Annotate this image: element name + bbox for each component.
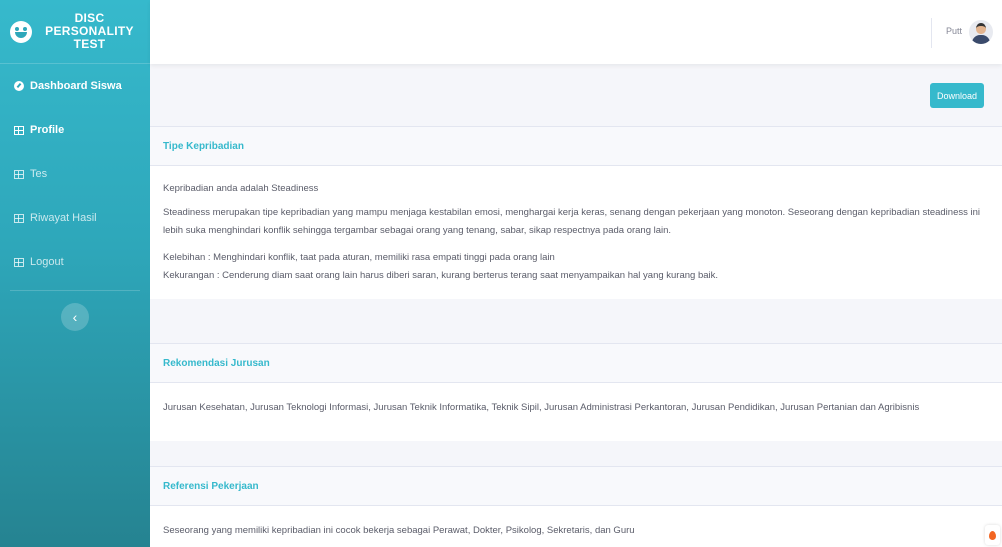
- flame-shape: [989, 530, 996, 540]
- personality-weaknesses: Kekurangan : Cenderung diam saat orang l…: [163, 270, 719, 282]
- download-button[interactable]: Download: [930, 83, 984, 108]
- sidebar-item-label: Tes: [30, 168, 48, 180]
- card-title: Referensi Pekerjaan: [150, 466, 1002, 506]
- table-icon: [14, 213, 24, 223]
- card-referensi-pekerjaan: Referensi Pekerjaan Seseorang yang memil…: [150, 466, 1002, 547]
- tachometer-icon: [14, 81, 24, 91]
- sidebar-item-label: Logout: [30, 256, 64, 268]
- personality-result: Kepribadian anda adalah Steadiness: [163, 183, 319, 194]
- table-icon: [14, 169, 24, 179]
- sidebar-item-label: Riwayat Hasil: [30, 212, 97, 224]
- job-references: Seseorang yang memiliki kepribadian ini …: [163, 525, 635, 536]
- sidebar-item-dashboard[interactable]: Dashboard Siswa: [0, 64, 150, 108]
- sidebar-item-riwayat-hasil[interactable]: Riwayat Hasil: [0, 196, 150, 240]
- sidebar-item-profile[interactable]: Profile: [0, 108, 150, 152]
- sidebar-item-label: Profile: [30, 124, 65, 136]
- avatar[interactable]: [969, 20, 993, 44]
- sidebar-item-logout[interactable]: Logout: [0, 240, 150, 284]
- card-rekomendasi-jurusan: Rekomendasi Jurusan Jurusan Kesehatan, J…: [150, 343, 1002, 442]
- brand-title: DISC PERSONALITY TEST: [42, 12, 137, 51]
- card-body: Jurusan Kesehatan, Jurusan Teknologi Inf…: [150, 383, 1002, 441]
- topbar: Putt: [150, 0, 1002, 64]
- avatar-body: [972, 35, 990, 44]
- sidebar-toggle-button[interactable]: ‹: [61, 303, 89, 331]
- topbar-divider: [931, 18, 932, 48]
- laugh-icon: [10, 20, 32, 43]
- user-name[interactable]: Putt: [946, 26, 962, 36]
- card-body: Kepribadian anda adalah Steadiness Stead…: [150, 166, 1002, 299]
- card-tipe-kepribadian: Tipe Kepribadian Kepribadian anda adalah…: [150, 126, 1002, 300]
- brand-line3: TEST: [73, 37, 106, 51]
- table-icon: [14, 125, 24, 135]
- card-title: Tipe Kepribadian: [150, 126, 1002, 166]
- personality-strengths: Kelebihan : Menghindari konflik, taat pa…: [163, 252, 555, 264]
- sidebar-divider: [10, 290, 140, 291]
- personality-description: Steadiness merupakan tipe kepribadian ya…: [163, 207, 980, 237]
- sidebar-item-tes[interactable]: Tes: [0, 152, 150, 196]
- card-title: Rekomendasi Jurusan: [150, 343, 1002, 383]
- brand[interactable]: DISC PERSONALITY TEST: [0, 0, 150, 64]
- avatar-head: [976, 23, 986, 34]
- sidebar-item-label: Dashboard Siswa: [30, 80, 122, 92]
- card-body: Seseorang yang memiliki kepribadian ini …: [150, 506, 1002, 547]
- chevron-left-icon: ‹: [72, 309, 78, 325]
- fire-icon[interactable]: [985, 525, 1000, 545]
- major-recommendations: Jurusan Kesehatan, Jurusan Teknologi Inf…: [163, 402, 920, 413]
- table-icon: [14, 257, 24, 267]
- sidebar: DISC PERSONALITY TEST Dashboard Siswa Pr…: [0, 0, 150, 547]
